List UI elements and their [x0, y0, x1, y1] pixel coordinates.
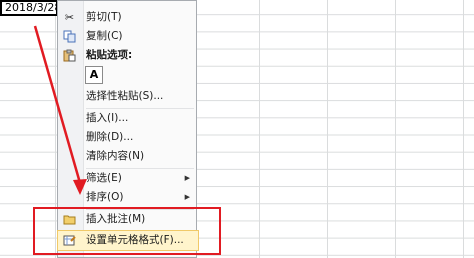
delete-label: 删除(D)...	[86, 131, 134, 143]
menu-item-filter[interactable]: 筛选(E) ▶	[58, 169, 198, 188]
menu-item-paste-special[interactable]: 选择性粘贴(S)...	[58, 87, 198, 106]
copy-label: 复制(C)	[86, 30, 123, 42]
paste-keep-format-button[interactable]: A	[85, 66, 103, 84]
filter-label: 筛选(E)	[86, 172, 122, 184]
clipboard-icon	[63, 49, 76, 62]
sort-label: 排序(O)	[86, 191, 124, 203]
submenu-arrow-icon: ▶	[184, 174, 190, 182]
menu-item-delete[interactable]: 删除(D)...	[58, 128, 198, 147]
cut-label: 剪切(T)	[86, 11, 122, 23]
copy-icon	[63, 30, 76, 43]
scissors-icon: ✂	[64, 11, 75, 24]
annotation-highlight-box	[33, 207, 221, 255]
menu-item-sort[interactable]: 排序(O) ▶	[58, 188, 198, 207]
menu-item-paste-options: 粘贴选项:	[58, 46, 198, 65]
menu-item-insert[interactable]: 插入(I)...	[58, 109, 198, 128]
active-cell[interactable]: 2018/3/28	[0, 0, 58, 16]
paste-options-label: 粘贴选项:	[86, 49, 133, 61]
menu-item-clear-contents[interactable]: 清除内容(N)	[58, 147, 198, 166]
insert-label: 插入(I)...	[86, 112, 129, 124]
submenu-arrow-icon: ▶	[184, 193, 190, 201]
clear-contents-label: 清除内容(N)	[86, 150, 145, 162]
menu-item-cut[interactable]: ✂ 剪切(T)	[58, 8, 198, 27]
paste-special-label: 选择性粘贴(S)...	[86, 90, 164, 102]
menu-item-copy[interactable]: 复制(C)	[58, 27, 198, 46]
